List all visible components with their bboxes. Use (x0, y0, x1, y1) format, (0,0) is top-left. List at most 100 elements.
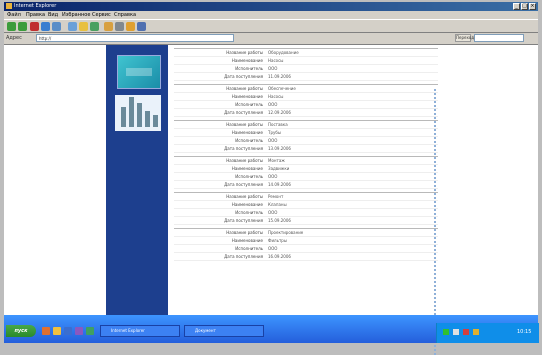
refresh-icon[interactable] (41, 22, 50, 31)
record-row: Название работы Поставка (174, 121, 438, 129)
field-label: Название работы (226, 158, 263, 163)
update-icon[interactable] (473, 329, 479, 335)
field-label: Наименование (231, 58, 263, 63)
field-value: 14.09.2006 (268, 182, 291, 187)
record-section: Название работы Ремонт Наименование Клапаны… (174, 192, 438, 225)
field-value: ООО (268, 66, 278, 71)
menu-view[interactable]: Вид (48, 12, 58, 18)
field-value: Обеспечение (268, 86, 296, 91)
record-row: Наименование Насосы (174, 93, 438, 101)
mail-icon[interactable] (104, 22, 113, 31)
menu-help[interactable]: Справка (114, 12, 136, 18)
field-label: Дата поступления (224, 254, 263, 259)
start-button[interactable]: пуск (6, 325, 36, 337)
field-value: 11.09.2006 (268, 74, 291, 79)
window-title: Internet Explorer (14, 3, 57, 9)
record-section: Название работы Поставка Наименование Трубы… (174, 120, 438, 153)
go-button[interactable]: Переход (455, 34, 474, 42)
field-value: ООО (268, 246, 278, 251)
menu-favorites[interactable]: Избранное (62, 12, 90, 18)
field-value: Монтаж (268, 158, 285, 163)
record-row: Название работы Оборудование (174, 49, 438, 57)
field-label: Исполнитель (235, 66, 263, 71)
record-row: Наименование Фильтры (174, 237, 438, 245)
firefox-icon[interactable] (42, 327, 50, 335)
volume-icon[interactable] (453, 329, 459, 335)
toolbar (4, 19, 538, 33)
field-label: Название работы (226, 122, 263, 127)
field-label: Наименование (231, 130, 263, 135)
field-value: Клапаны (268, 202, 287, 207)
record-row: Исполнитель ООО (174, 137, 438, 145)
field-value: Ремонт (268, 194, 284, 199)
browser-window: Internet Explorer _ □ × Файл Правка Вид … (4, 2, 539, 355)
field-value: 13.09.2006 (268, 146, 291, 151)
search-icon[interactable] (68, 22, 77, 31)
field-label: Исполнитель (235, 246, 263, 251)
field-label: Исполнитель (235, 102, 263, 107)
security-icon[interactable] (463, 329, 469, 335)
menu-tools[interactable]: Сервис (92, 12, 111, 18)
field-label: Дата поступления (224, 110, 263, 115)
app-icon[interactable] (86, 327, 94, 335)
field-value: 16.09.2006 (268, 254, 291, 259)
field-label: Дата поступления (224, 218, 263, 223)
record-row: Дата поступления 15.09.2006 (174, 217, 438, 225)
media-icon[interactable] (75, 327, 83, 335)
field-value: Трубы (268, 130, 281, 135)
field-label: Исполнитель (235, 138, 263, 143)
record-row: Название работы Монтаж (174, 157, 438, 165)
field-label: Дата поступления (224, 74, 263, 79)
history-icon[interactable] (90, 22, 99, 31)
network-icon[interactable] (443, 329, 449, 335)
record-row: Дата поступления 12.09.2006 (174, 109, 438, 117)
ie-icon[interactable] (64, 327, 72, 335)
back-icon[interactable] (7, 22, 16, 31)
site-logo[interactable] (117, 55, 161, 89)
record-row: Исполнитель ООО (174, 209, 438, 217)
record-row: Название работы Ремонт (174, 193, 438, 201)
field-label: Исполнитель (235, 174, 263, 179)
task-button[interactable]: Internet Explorer (100, 325, 180, 337)
record-section: Название работы Монтаж Наименование Задвижк… (174, 156, 438, 189)
menu-file[interactable]: Файл (7, 12, 21, 18)
folder-icon[interactable] (53, 327, 61, 335)
record-row: Название работы Проектирование (174, 229, 438, 237)
field-label: Название работы (226, 194, 263, 199)
record-row: Наименование Трубы (174, 129, 438, 137)
title-bar[interactable]: Internet Explorer _ □ × (4, 2, 538, 11)
record-row: Дата поступления 14.09.2006 (174, 181, 438, 189)
record-row: Исполнитель ООО (174, 245, 438, 253)
edit-icon[interactable] (126, 22, 135, 31)
taskbar: пуск Internet Explorer Документ 10:15 (4, 315, 539, 343)
minimize-button[interactable]: _ (513, 3, 520, 10)
stop-icon[interactable] (30, 22, 39, 31)
field-value: Насосы (268, 58, 284, 63)
menu-bar: Файл Правка Вид Избранное Сервис Справка (4, 11, 538, 19)
address-label: Адрес (6, 35, 22, 41)
home-icon[interactable] (52, 22, 61, 31)
field-label: Наименование (231, 202, 263, 207)
task-button[interactable]: Документ (184, 325, 264, 337)
menu-edit[interactable]: Правка (26, 12, 45, 18)
field-label: Дата поступления (224, 182, 263, 187)
forward-icon[interactable] (18, 22, 27, 31)
record-row: Наименование Клапаны (174, 201, 438, 209)
field-label: Наименование (231, 166, 263, 171)
maximize-button[interactable]: □ (521, 3, 528, 10)
web-page: Название работы Оборудование Наименование Н… (4, 44, 538, 355)
record-section: Название работы Проектирование Наименовани… (174, 228, 438, 261)
field-label: Исполнитель (235, 210, 263, 215)
field-label: Дата поступления (224, 146, 263, 151)
record-row: Название работы Обеспечение (174, 85, 438, 93)
field-value: Насосы (268, 94, 284, 99)
print-icon[interactable] (115, 22, 124, 31)
close-button[interactable]: × (529, 3, 536, 10)
favorites-icon[interactable] (79, 22, 88, 31)
messenger-icon[interactable] (137, 22, 146, 31)
field-label: Название работы (226, 230, 263, 235)
record-section: Название работы Оборудование Наименование Н… (174, 48, 438, 81)
search-input[interactable] (474, 34, 524, 42)
address-input[interactable]: http:// (36, 34, 234, 42)
records-list: Название работы Оборудование Наименование Н… (174, 48, 438, 264)
